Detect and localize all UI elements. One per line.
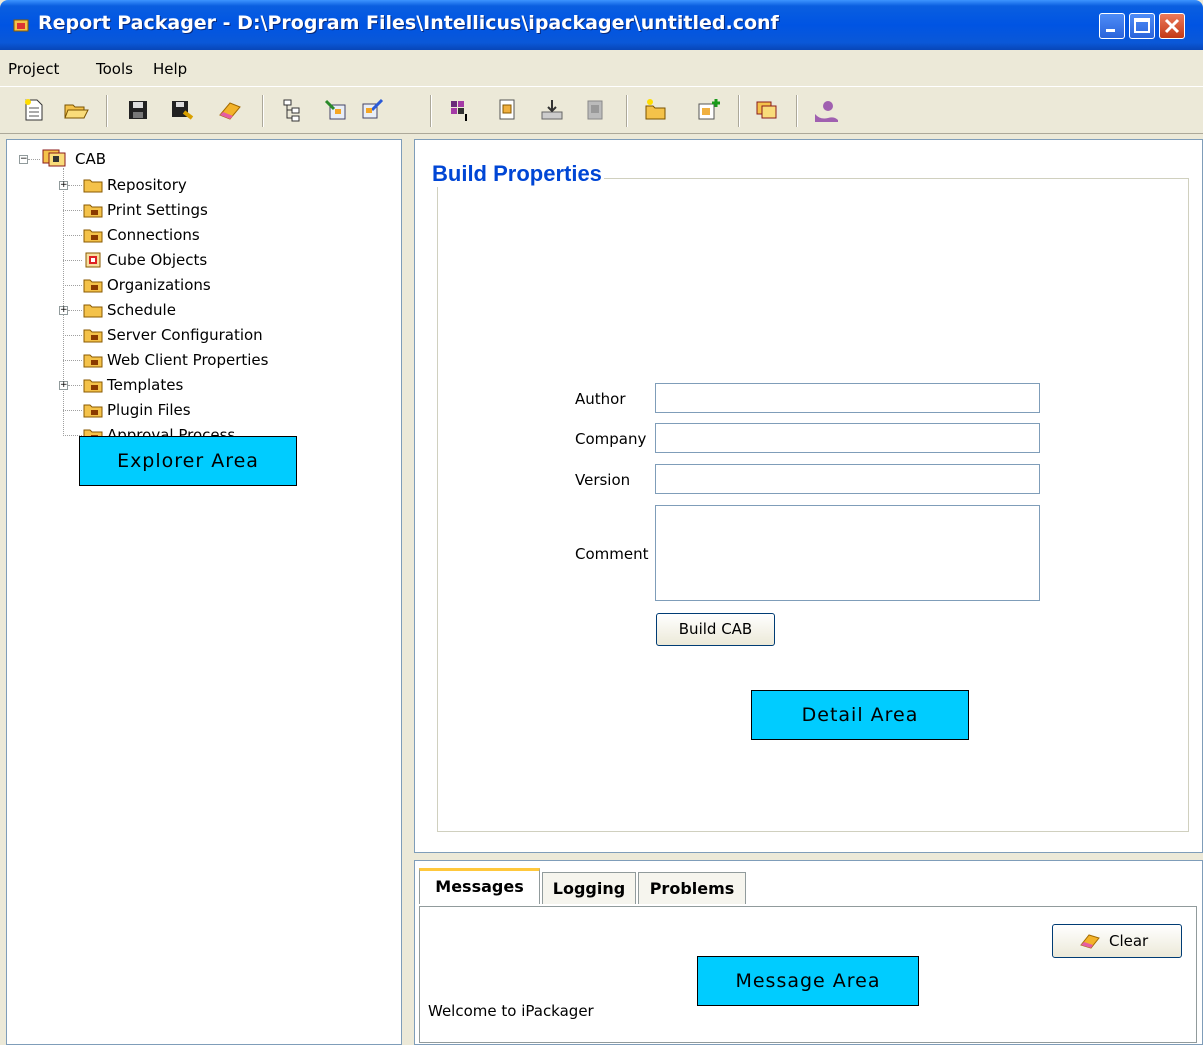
menu-project[interactable]: Project [8, 60, 59, 78]
author-field[interactable] [655, 383, 1040, 413]
detail-area-callout: Detail Area [751, 690, 969, 740]
copy-icon[interactable] [753, 96, 781, 124]
tree-item-label: Print Settings [107, 201, 208, 219]
settings-folder-icon [83, 354, 103, 368]
menu-help[interactable]: Help [153, 60, 187, 78]
tree-item-cube-objects[interactable]: Cube Objects [7, 249, 387, 271]
build-cab-button[interactable]: Build CAB [656, 613, 775, 646]
close-icon [1164, 18, 1180, 34]
detail-panel [414, 139, 1203, 853]
tree-item-label: Plugin Files [107, 401, 191, 419]
import-icon[interactable] [322, 96, 350, 124]
tree-item-server-configuration[interactable]: Server Configuration [7, 324, 387, 346]
expand-toggle-icon[interactable]: + [59, 381, 68, 390]
open-icon[interactable] [62, 96, 90, 124]
add-item-icon[interactable] [694, 96, 722, 124]
welcome-message: Welcome to iPackager [428, 1002, 594, 1020]
explorer-panel: − CAB + Repository Print Settings Connec… [6, 139, 402, 1045]
tab-messages[interactable]: Messages [419, 868, 540, 904]
settings-folder-icon [83, 404, 103, 418]
tree-item-repository[interactable]: + Repository [7, 174, 387, 196]
comment-label: Comment [575, 545, 649, 563]
save-icon[interactable] [124, 96, 152, 124]
clear-label: Clear [1109, 932, 1149, 950]
remove-icon[interactable] [582, 96, 610, 124]
expand-toggle-icon[interactable]: + [59, 181, 68, 190]
settings-folder-icon [83, 229, 103, 243]
toolbar-separator [106, 95, 108, 127]
tree-item-label: Web Client Properties [107, 351, 269, 369]
tree-item-print-settings[interactable]: Print Settings [7, 199, 387, 221]
tree-item-label: Repository [107, 176, 187, 194]
eraser-icon [1080, 934, 1100, 949]
tree-item-schedule[interactable]: + Schedule [7, 299, 387, 321]
maximize-button[interactable] [1129, 13, 1155, 39]
toolbar-separator [262, 95, 264, 127]
menu-bar: Project Tools Help [0, 50, 1203, 86]
settings-folder-icon [83, 379, 103, 393]
settings-folder-icon [83, 329, 103, 343]
toolbar-separator [430, 95, 432, 127]
folder-icon [83, 304, 103, 318]
tree-item-web-client-properties[interactable]: Web Client Properties [7, 349, 387, 371]
toolbar-separator [796, 95, 798, 127]
tree-root[interactable]: − CAB [7, 148, 387, 170]
window-title: Report Packager - D:\Program Files\Intel… [38, 12, 779, 34]
settings-folder-icon [83, 279, 103, 293]
tab-logging[interactable]: Logging [542, 872, 636, 904]
export-icon[interactable] [358, 96, 386, 124]
toolbar [0, 86, 1203, 134]
collapse-toggle-icon[interactable]: − [19, 155, 28, 164]
tree-item-organizations[interactable]: Organizations [7, 274, 387, 296]
save-as-icon[interactable] [168, 96, 196, 124]
folder-new-icon[interactable] [642, 96, 670, 124]
logo-icon[interactable] [812, 96, 840, 124]
version-label: Version [575, 471, 631, 489]
minimize-icon [1106, 29, 1115, 32]
tree-item-connections[interactable]: Connections [7, 224, 387, 246]
tree-item-templates[interactable]: + Templates [7, 374, 387, 396]
build-properties-title: Build Properties [430, 161, 604, 187]
deploy-icon[interactable] [538, 96, 566, 124]
close-button[interactable] [1159, 13, 1185, 39]
cube-icon [85, 252, 101, 268]
tree-root-label: CAB [75, 150, 107, 168]
tree-item-plugin-files[interactable]: Plugin Files [7, 399, 387, 421]
comment-field[interactable] [655, 505, 1040, 601]
tree-item-label: Server Configuration [107, 326, 263, 344]
vertical-splitter[interactable] [402, 139, 414, 1045]
explorer-area-callout: Explorer Area [79, 436, 297, 486]
tree-item-label: Connections [107, 226, 200, 244]
expand-toggle-icon[interactable]: + [59, 306, 68, 315]
message-area-callout: Message Area [697, 956, 919, 1006]
toolbar-separator [626, 95, 628, 127]
app-icon [13, 19, 29, 32]
minimize-button[interactable] [1099, 13, 1125, 39]
tab-problems[interactable]: Problems [638, 872, 746, 904]
menu-tools[interactable]: Tools [96, 60, 133, 78]
new-icon[interactable] [20, 96, 48, 124]
tree-item-label: Cube Objects [107, 251, 208, 269]
folder-icon [83, 179, 103, 193]
grid-icon[interactable] [446, 96, 474, 124]
author-label: Author [575, 390, 626, 408]
tree-item-label: Schedule [107, 301, 176, 319]
clear-button[interactable]: Clear [1052, 924, 1182, 958]
tree-icon[interactable] [279, 96, 307, 124]
title-bar[interactable]: Report Packager - D:\Program Files\Intel… [0, 0, 1203, 50]
company-field[interactable] [655, 423, 1040, 453]
company-label: Company [575, 430, 647, 448]
version-field[interactable] [655, 464, 1040, 494]
package-icon[interactable] [494, 96, 522, 124]
tree-item-label: Organizations [107, 276, 211, 294]
settings-folder-icon [83, 204, 103, 218]
toolbar-separator [738, 95, 740, 127]
cab-folder-icon [42, 149, 66, 167]
tree-item-label: Templates [107, 376, 184, 394]
maximize-icon [1134, 18, 1150, 33]
clear-icon[interactable] [216, 96, 244, 124]
